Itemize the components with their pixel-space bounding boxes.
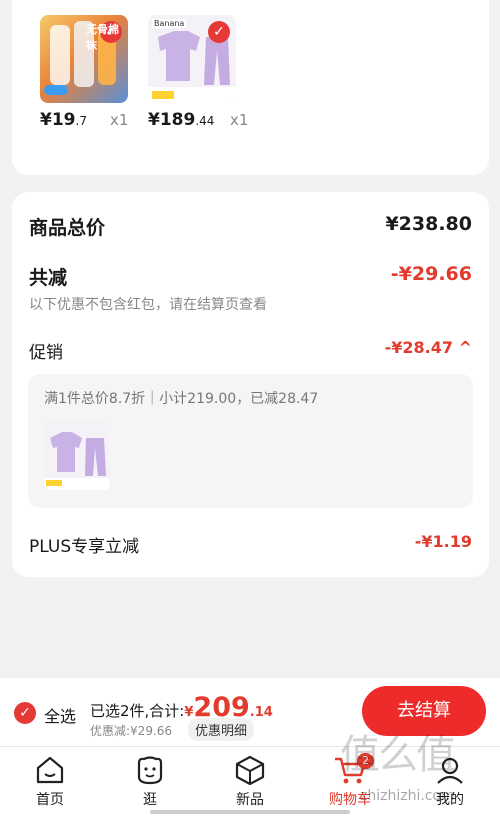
total-decimal: .14: [249, 705, 273, 720]
total-value: ¥238.80: [385, 213, 472, 235]
tab-label: 首页: [36, 792, 64, 808]
tab-label: 逛: [143, 792, 157, 808]
face-icon: [137, 756, 163, 785]
selected-items-card: ✓ 无骨棉袜 ¥19.7 x1 ✓ Banana ¥189.44 x1: [12, 0, 489, 175]
select-all-checkbox[interactable]: ✓: [14, 702, 36, 724]
selected-count: 已选2件,合计:: [90, 702, 185, 720]
watermark-logo: 值么值: [340, 732, 456, 778]
promo-detail-text: 满1件总价8.7折｜小计219.00，已减28.47: [44, 391, 319, 407]
promo-label: 促销: [29, 343, 63, 363]
watermark-url: zhizhizhi.com: [360, 788, 455, 804]
reduce-row: 共减 -¥29.66: [29, 263, 472, 290]
item-price: ¥189.44: [148, 110, 215, 130]
product-thumbnail[interactable]: ✓ Banana: [148, 15, 236, 103]
item-checkbox[interactable]: ✓: [208, 21, 230, 43]
thumb-label: Banana: [152, 19, 187, 28]
item-qty: x1: [110, 111, 129, 129]
discount-detail-button[interactable]: 优惠明细: [188, 718, 255, 741]
home-icon: [36, 756, 64, 784]
thumb-label: 无骨棉袜: [86, 23, 119, 52]
promo-product-thumbnail[interactable]: [44, 420, 110, 490]
promo-row[interactable]: 促销 -¥28.47 ^: [29, 338, 472, 363]
cart-item-pajamas[interactable]: ✓ Banana: [148, 15, 236, 103]
plus-label: PLUS专享立减: [29, 537, 140, 557]
reduce-value: -¥29.66: [390, 263, 472, 285]
product-thumbnail[interactable]: ✓ 无骨棉袜: [40, 15, 128, 103]
plus-value: -¥1.19: [414, 532, 472, 551]
reduce-label: 共减: [29, 267, 68, 289]
item-price: ¥19.7: [40, 110, 87, 130]
total-row: 商品总价 ¥238.80: [29, 213, 472, 240]
promo-detail-box: 满1件总价8.7折｜小计219.00，已减28.47: [28, 374, 473, 508]
price-summary-card: 商品总价 ¥238.80 共减 -¥29.66 以下优惠不包含红包，请在结算页查…: [12, 192, 489, 577]
select-all-label[interactable]: 全选: [44, 703, 76, 727]
tab-browse[interactable]: 逛: [120, 755, 180, 809]
cart-item-socks[interactable]: ✓ 无骨棉袜: [40, 15, 128, 103]
promo-value[interactable]: -¥28.47 ^: [385, 338, 472, 357]
cube-icon: [235, 755, 265, 785]
tab-label: 新品: [236, 792, 264, 808]
item-qty: x1: [230, 111, 249, 129]
plus-row: PLUS专享立减 -¥1.19: [29, 532, 472, 557]
home-indicator: [150, 810, 350, 814]
discount-text: 优惠减:¥29.66: [90, 724, 173, 738]
total-label: 商品总价: [29, 217, 106, 239]
tab-new[interactable]: 新品: [220, 755, 280, 809]
reduce-note: 以下优惠不包含红包，请在结算页查看: [29, 297, 267, 313]
tab-home[interactable]: 首页: [20, 755, 80, 809]
